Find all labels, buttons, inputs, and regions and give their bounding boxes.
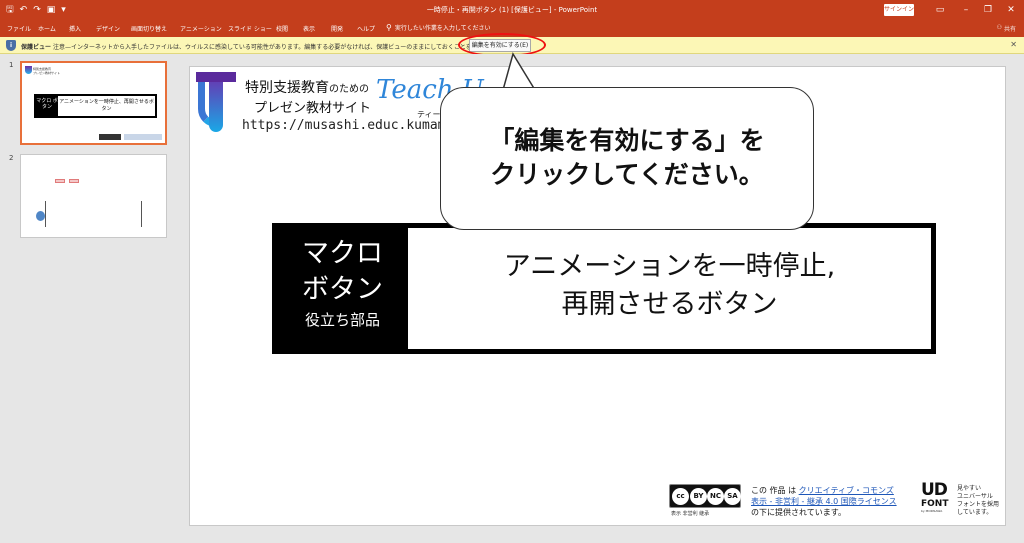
- thumb-cc-badge-icon: [99, 134, 121, 140]
- ribbon-display-icon[interactable]: ▭: [930, 2, 950, 18]
- powerpoint-window: 🖫 ↶ ↷ ▣ ▾ 一時停止・再開ボタン (1) [保護ビュー] - Power…: [0, 0, 1024, 543]
- window-title: 一時停止・再開ボタン (1) [保護ビュー] - PowerPoint: [426, 6, 598, 14]
- tab-developer[interactable]: 開発: [331, 24, 343, 33]
- site-name-small: のための: [329, 84, 369, 95]
- tab-transitions[interactable]: 画面切り替え: [131, 24, 167, 33]
- thumb-line: [45, 201, 46, 227]
- ud-desc-line: 見やすい: [957, 485, 982, 492]
- license-text: この 作品 は クリエイティブ・コモンズ 表示 - 非営利 - 継承 4.0 国…: [751, 485, 897, 518]
- tab-help[interactable]: ヘルプ: [357, 24, 375, 33]
- thumb-line: [141, 201, 142, 227]
- slide-thumbnail-2[interactable]: [20, 154, 167, 238]
- cc-by-nc-sa-icon[interactable]: cc BY NC SA: [669, 484, 741, 508]
- slide-title-box: マクロ ボタン 役立ち部品 アニメーションを一時停止, 再開させるボタン: [272, 223, 936, 354]
- thumb-button-shape: [55, 179, 65, 183]
- title-macro: マクロ: [302, 238, 383, 269]
- title-desc-line2: 再開させるボタン: [561, 289, 778, 320]
- thumb-title-black: マクロ ボタン: [36, 96, 58, 116]
- sa-symbol: SA: [724, 488, 741, 505]
- close-window-icon[interactable]: ✕: [1001, 2, 1021, 18]
- thumb-circle-shape: [36, 211, 45, 221]
- tab-animations[interactable]: アニメーション: [180, 24, 222, 33]
- ud-font-description: 見やすい ユニバーサル フォントを採用 しています。: [957, 485, 999, 517]
- title-desc-line1: アニメーションを一時停止,: [503, 251, 836, 282]
- tab-insert[interactable]: 挿入: [69, 24, 81, 33]
- tab-view[interactable]: 表示: [303, 24, 315, 33]
- share-button[interactable]: ⚇ 共有: [997, 24, 1016, 33]
- person-icon: ⚇: [996, 24, 1002, 31]
- protected-view-label: 保護ビュー: [21, 44, 52, 51]
- cc-labels: 表示 非営利 継承: [671, 511, 710, 517]
- share-label: 共有: [1003, 26, 1016, 33]
- slide-thumbnail-1[interactable]: 特別支援教育 プレゼン教材サイト マクロ ボタン アニメーションを一時停止、再開…: [20, 61, 167, 145]
- site-name-line2: プレゼン教材サイト: [254, 101, 372, 116]
- license-suffix: の下に提供されています。: [751, 508, 846, 517]
- thumb-title-white: アニメーションを一時停止、再開させるボタン: [59, 99, 154, 112]
- license-link[interactable]: 表示 - 非営利 - 継承 4.0 国際ライセンス: [751, 497, 897, 506]
- license-prefix: この 作品 は: [751, 486, 799, 495]
- thumb-site-line2: プレゼン教材サイト: [33, 71, 61, 75]
- ud-desc-line: しています。: [957, 509, 993, 516]
- teach-u-logo-icon: [196, 72, 236, 132]
- thumb-title-box: マクロ ボタン アニメーションを一時停止、再開させるボタン: [34, 94, 157, 118]
- lightbulb-icon: ⚲: [386, 23, 392, 32]
- tab-design[interactable]: デザイン: [96, 24, 120, 33]
- ud-desc-line: ユニバーサル: [957, 493, 993, 500]
- tab-review[interactable]: 校閲: [276, 24, 288, 33]
- ud-font-logo-icon: UD FONT by MORISAWA: [921, 482, 955, 518]
- thumb-site-text: 特別支援教育 プレゼン教材サイト: [33, 67, 60, 75]
- callout-line2: クリックしてください。: [490, 160, 764, 189]
- slide-thumbnail-pane: 1 特別支援教育 プレゼン教材サイト マクロ ボタン アニメーションを一時停止、…: [0, 54, 176, 543]
- tab-slideshow[interactable]: スライド ショー: [228, 24, 272, 33]
- thumbnail-number: 1: [9, 61, 14, 69]
- thumb-ud-font-icon: [124, 134, 162, 140]
- title-useful-parts: 役立ち部品: [304, 311, 380, 329]
- thumb-button-shape: [69, 179, 79, 183]
- tab-home[interactable]: ホーム: [38, 24, 56, 33]
- signin-button[interactable]: サインイン: [884, 4, 914, 16]
- by-symbol: BY: [690, 488, 707, 505]
- cc-symbol: cc: [672, 488, 689, 505]
- tell-me-text: 実行したい作業を入力してください: [394, 25, 491, 32]
- thumbnail-number: 2: [9, 154, 14, 162]
- tab-file[interactable]: ファイル: [7, 24, 31, 33]
- thumb-logo-icon: [25, 66, 32, 74]
- title-button: ボタン: [302, 274, 383, 305]
- ud-font-text: FONT: [921, 499, 949, 509]
- instruction-callout: 「編集を有効にする」を クリックしてください。: [440, 87, 814, 230]
- title-description: アニメーションを一時停止, 再開させるボタン: [408, 228, 931, 349]
- callout-text: 「編集を有効にする」を クリックしてください。: [441, 124, 813, 192]
- ud-desc-line: フォントを採用: [957, 501, 1000, 508]
- nc-symbol: NC: [707, 488, 724, 505]
- site-name-line1: 特別支援教育のための: [245, 77, 369, 97]
- ud-by-text: by MORISAWA: [921, 509, 943, 513]
- callout-tail: [500, 52, 540, 93]
- minimize-icon[interactable]: –: [956, 2, 976, 18]
- ud-logo-text: UD: [921, 480, 948, 500]
- license-block: cc BY NC SA 表示 非営利 継承 この 作品 は クリエイティブ・コモ…: [669, 482, 1005, 522]
- tell-me-box[interactable]: ⚲ 実行したい作業を入力してください: [386, 23, 491, 32]
- title-bar: 🖫 ↶ ↷ ▣ ▾ 一時停止・再開ボタン (1) [保護ビュー] - Power…: [0, 0, 1024, 20]
- cc-link[interactable]: クリエイティブ・コモンズ: [799, 486, 894, 495]
- title-label-black: マクロ ボタン 役立ち部品: [277, 228, 408, 349]
- close-message-icon[interactable]: ✕: [1010, 40, 1017, 49]
- protected-view-message: 注意—インターネットから入手したファイルは、ウイルスに感染している可能性がありま…: [53, 44, 514, 51]
- site-name-main: 特別支援教育: [245, 80, 329, 96]
- callout-line1: 「編集を有効にする」を: [489, 126, 765, 155]
- shield-icon: i: [6, 40, 16, 51]
- restore-icon[interactable]: ❐: [978, 2, 998, 18]
